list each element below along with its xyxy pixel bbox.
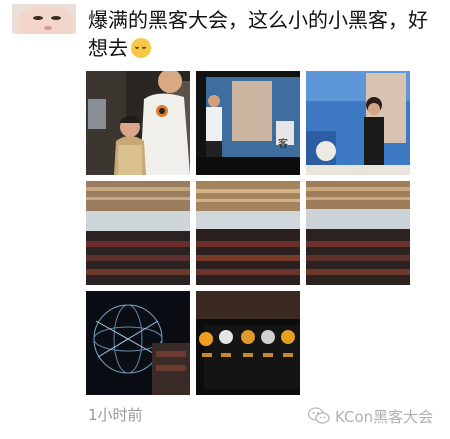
watermark-text: KCon黑客大会	[335, 407, 434, 426]
post-text: 爆满的黑客大会，这么小的小黑客，好想去	[88, 6, 438, 62]
weary-face-emoji-icon	[131, 38, 151, 58]
svg-text:客: 客	[278, 137, 288, 150]
watermark: KCon黑客大会	[308, 404, 433, 428]
photo-conference-hall-3[interactable]	[306, 181, 410, 285]
photo-conference-hall-2[interactable]	[196, 181, 300, 285]
author-avatar[interactable]	[12, 4, 76, 34]
photo-globe-network-slide[interactable]	[86, 291, 190, 395]
photo-man-and-boy[interactable]	[86, 71, 190, 175]
post-timestamp: 1小时前	[88, 406, 143, 424]
photo-speaker-stage-2[interactable]	[306, 71, 410, 175]
wechat-icon	[308, 407, 330, 424]
baby-avatar-icon	[12, 4, 76, 34]
photo-speaker-stage-1[interactable]: 客	[196, 71, 300, 175]
photo-conference-hall-1[interactable]	[86, 181, 190, 285]
photo-speaker-lineup-slide[interactable]	[196, 291, 300, 395]
